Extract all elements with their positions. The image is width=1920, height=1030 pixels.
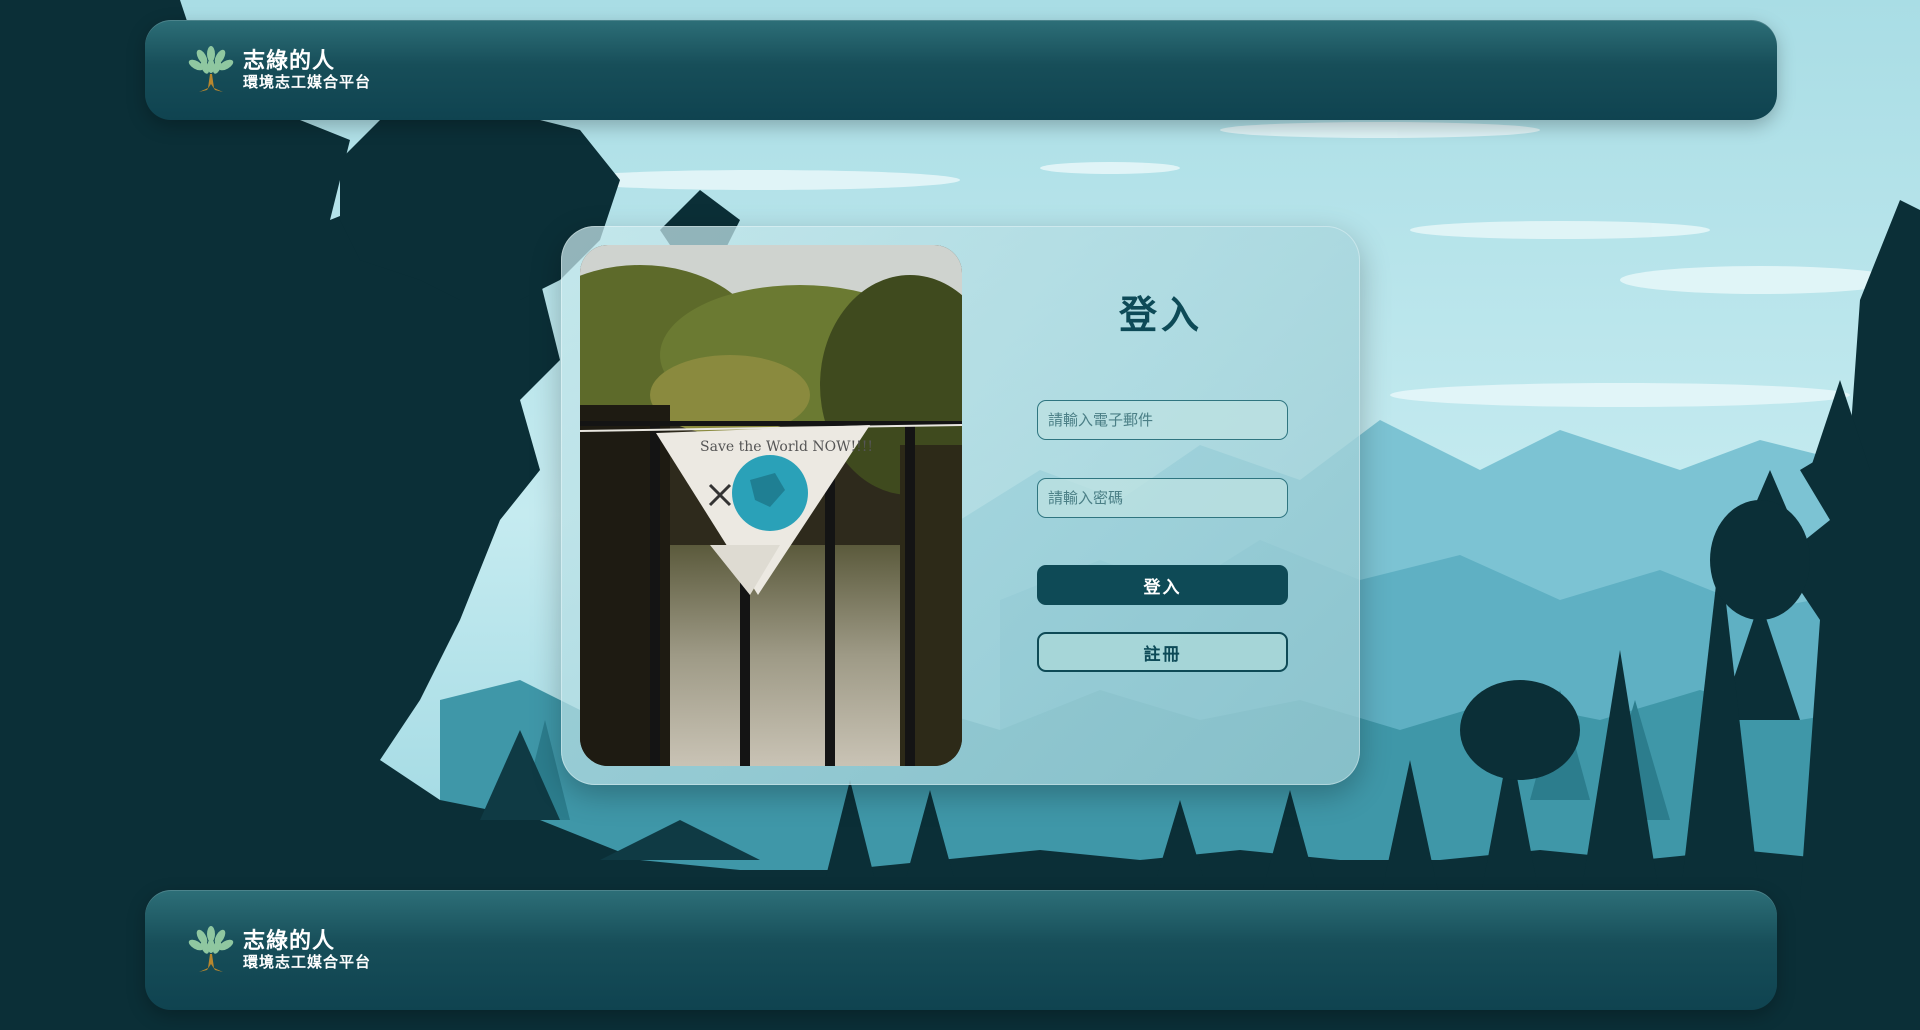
login-card: Save the World NOW!!!! 登入 登入 註冊 (561, 226, 1360, 785)
login-title: 登入 (1118, 293, 1203, 337)
footer-brand-title: 志綠的人 (243, 928, 336, 954)
brand-logo[interactable]: 志綠的人 環境志工媒合平台 (185, 44, 371, 96)
tree-icon (185, 924, 237, 976)
banner-text: Save the World NOW!!!! (700, 439, 873, 455)
login-button[interactable]: 登入 (1037, 565, 1288, 605)
save-the-world-banner-image: Save the World NOW!!!! (580, 245, 962, 766)
tree-icon (185, 44, 237, 96)
register-button[interactable]: 註冊 (1037, 632, 1288, 672)
footer-brand-logo[interactable]: 志綠的人 環境志工媒合平台 (185, 924, 371, 976)
footer-brand-subtitle: 環境志工媒合平台 (243, 953, 372, 972)
hero-photo: Save the World NOW!!!! (580, 245, 962, 766)
password-input[interactable] (1037, 478, 1288, 518)
top-header-bar: 志綠的人 環境志工媒合平台 (145, 20, 1777, 120)
brand-subtitle: 環境志工媒合平台 (243, 73, 372, 92)
email-input[interactable] (1037, 400, 1288, 440)
footer-bar: 志綠的人 環境志工媒合平台 (145, 890, 1777, 1010)
brand-title: 志綠的人 (243, 48, 336, 74)
login-form: 登入 登入 註冊 (962, 226, 1360, 785)
